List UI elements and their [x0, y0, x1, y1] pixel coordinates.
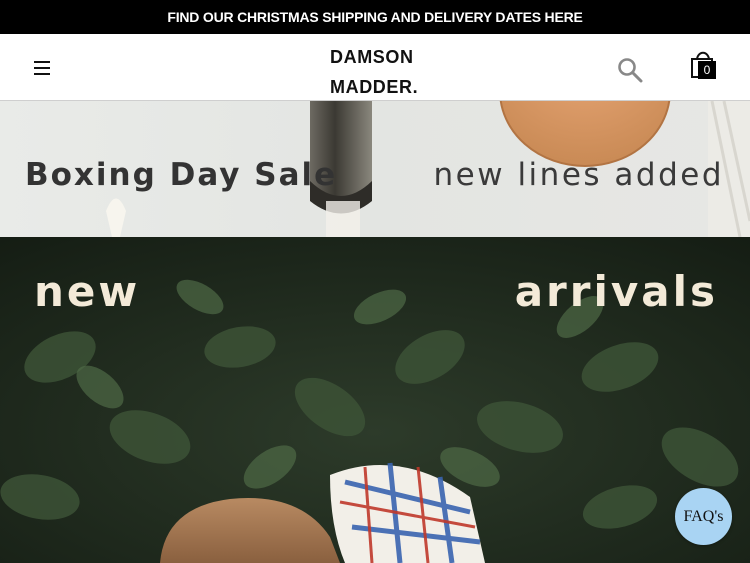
brand-logo[interactable]: DAMSON MADDER. [330, 42, 440, 102]
hamburger-icon-line [34, 67, 50, 69]
new-arrivals-banner[interactable]: new arrivals [0, 237, 750, 563]
cart-count-badge: 0 [698, 61, 716, 79]
faq-button[interactable]: FAQ's [675, 488, 732, 545]
faq-label: FAQ's [683, 507, 724, 525]
search-icon [618, 58, 643, 83]
cart-button[interactable]: 0 [688, 50, 720, 82]
search-button[interactable] [616, 56, 644, 84]
logo-line-2: MADDER. [330, 77, 419, 97]
site-header: DAMSON MADDER. 0 [0, 34, 750, 101]
announcement-bar-link[interactable]: FIND OUR CHRISTMAS SHIPPING AND DELIVERY… [0, 0, 750, 34]
hamburger-icon-line [34, 73, 50, 75]
menu-button[interactable] [34, 58, 56, 78]
hamburger-icon [34, 61, 50, 63]
arrivals-headline-left: new [34, 267, 141, 316]
boxing-day-sale-banner[interactable]: Boxing Day Sale new lines added [0, 101, 750, 237]
banner-headline: Boxing Day Sale [25, 157, 338, 193]
banner-subheadline: new lines added [433, 157, 724, 193]
arrivals-headline-right: arrivals [514, 267, 718, 316]
logo-line-1: DAMSON [330, 47, 414, 67]
announcement-text: FIND OUR CHRISTMAS SHIPPING AND DELIVERY… [167, 9, 583, 25]
